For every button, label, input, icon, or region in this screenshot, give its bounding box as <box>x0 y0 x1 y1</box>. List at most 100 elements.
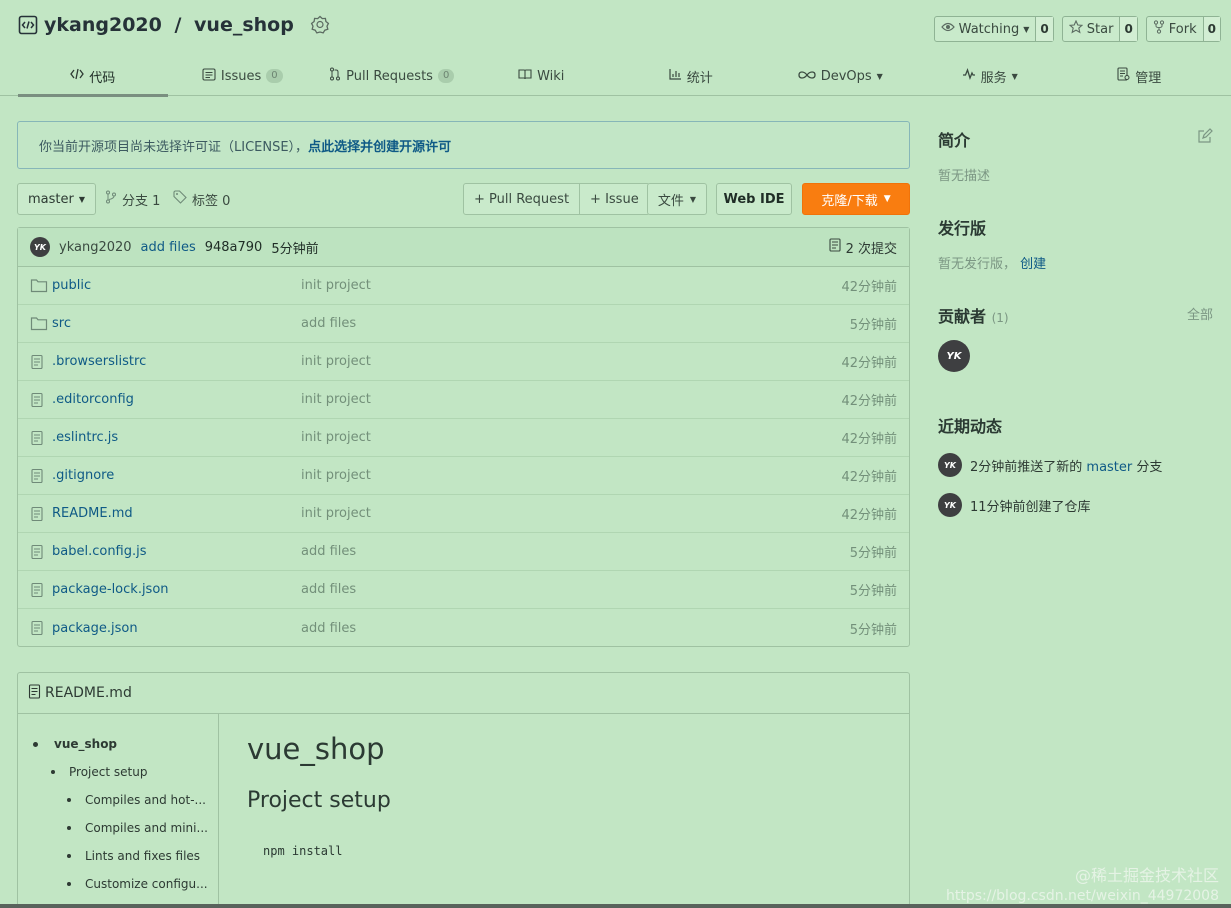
file-commit-message[interactable]: init project <box>301 354 841 369</box>
file-commit-message[interactable]: add files <box>301 544 850 559</box>
contributors-all-link[interactable]: 全部 <box>1187 304 1213 323</box>
file-commit-message[interactable]: add files <box>301 316 850 331</box>
tab-pull-requests[interactable]: Pull Requests 0 <box>317 56 467 96</box>
commit-message-link[interactable]: add files <box>141 240 196 255</box>
tab-manage[interactable]: 管理 <box>1065 56 1215 96</box>
file-time: 42分钟前 <box>841 432 897 447</box>
contributors-title: 贡献者 (1) <box>938 303 1009 327</box>
avatar[interactable]: YK <box>938 453 962 477</box>
file-name-link[interactable]: src <box>30 316 301 332</box>
commit-hash[interactable]: 948a790 <box>205 240 263 255</box>
fork-label: Fork <box>1168 21 1197 37</box>
file-time: 42分钟前 <box>841 470 897 485</box>
file-row[interactable]: package-lock.json add files 5分钟前 <box>18 571 909 609</box>
edit-icon[interactable] <box>1197 128 1213 144</box>
avatar[interactable]: YK <box>30 237 50 257</box>
tab-stats[interactable]: 统计 <box>616 56 766 96</box>
file-name-link[interactable]: babel.config.js <box>30 544 301 560</box>
file-row[interactable]: .editorconfig init project 42分钟前 <box>18 381 909 419</box>
file-name: .eslintrc.js <box>52 430 119 445</box>
file-commit-message[interactable]: init project <box>301 430 841 445</box>
toc-item[interactable]: vue_shop <box>18 734 218 762</box>
tag-icon <box>173 190 187 208</box>
watch-count[interactable]: 0 <box>1035 17 1053 41</box>
file-row[interactable]: src add files 5分钟前 <box>18 305 909 343</box>
web-ide-button[interactable]: Web IDE <box>716 183 792 215</box>
file-commit-message[interactable]: init project <box>301 392 841 407</box>
file-menu-button[interactable]: 文件 ▼ <box>647 183 707 215</box>
file-time: 5分钟前 <box>849 546 897 561</box>
file-name: .browserslistrc <box>52 354 147 369</box>
branches-link[interactable]: 分支 1 <box>105 183 160 215</box>
file-name-link[interactable]: package.json <box>30 620 301 636</box>
readme-panel: README.md vue_shop Project setup Compiles … <box>17 672 910 908</box>
release-section: 暂无发行版， 创建 <box>938 253 1046 272</box>
new-pull-request-button[interactable]: + Pull Request <box>464 184 579 214</box>
file-name-link[interactable]: README.md <box>30 506 301 522</box>
create-release-link[interactable]: 创建 <box>1020 257 1046 272</box>
contributors-count: (1) <box>991 311 1009 325</box>
repo-title: ykang2020 / vue_shop <box>18 14 330 36</box>
toc-item[interactable]: Customize configu... <box>18 874 218 902</box>
toc-item[interactable]: Compiles and mini... <box>18 818 218 846</box>
license-create-link[interactable]: 点此选择并创建开源许可 <box>308 136 451 155</box>
clone-download-button[interactable]: 克隆/下载 ▼ <box>802 183 910 215</box>
file-row[interactable]: .eslintrc.js init project 42分钟前 <box>18 419 909 457</box>
file-name-link[interactable]: public <box>30 278 301 294</box>
file-name-link[interactable]: .eslintrc.js <box>30 430 301 446</box>
file-row[interactable]: .browserslistrc init project 42分钟前 <box>18 343 909 381</box>
file-name-link[interactable]: .browserslistrc <box>30 354 301 370</box>
fork-button[interactable]: Fork 0 <box>1145 16 1221 42</box>
settings-doc-icon <box>1117 67 1130 85</box>
repo-actions: Watching ▼ 0 Star 0 Fork 0 <box>933 16 1221 42</box>
branch-select[interactable]: master ▼ <box>17 183 96 215</box>
file-name-link[interactable]: .editorconfig <box>30 392 301 408</box>
new-issue-button[interactable]: + Issue <box>579 184 649 214</box>
file-name-link[interactable]: .gitignore <box>30 468 301 484</box>
tab-issues[interactable]: Issues 0 <box>168 56 318 96</box>
file-commit-message[interactable]: init project <box>301 506 841 521</box>
tab-issues-label: Issues <box>220 68 262 84</box>
chevron-down-icon: ▼ <box>883 194 891 204</box>
activity-branch-link[interactable]: master <box>1086 460 1132 475</box>
file-icon <box>30 430 48 446</box>
recommend-badge-icon[interactable] <box>310 15 330 35</box>
tab-code[interactable]: 代码 <box>18 56 168 97</box>
file-row[interactable]: package.json add files 5分钟前 <box>18 609 909 647</box>
file-time: 5分钟前 <box>849 584 897 599</box>
avatar[interactable]: YK <box>938 340 970 372</box>
file-commit-message[interactable]: add files <box>301 621 850 636</box>
tab-wiki[interactable]: Wiki <box>467 56 617 96</box>
watch-button[interactable]: Watching ▼ 0 <box>933 16 1054 42</box>
file-row[interactable]: babel.config.js add files 5分钟前 <box>18 533 909 571</box>
toc-item[interactable]: Project setup <box>18 762 218 790</box>
star-button[interactable]: Star 0 <box>1061 16 1138 42</box>
file-commit-message[interactable]: init project <box>301 468 841 483</box>
tab-devops[interactable]: DevOps ▼ <box>766 56 916 96</box>
readme-title: README.md <box>45 685 132 701</box>
file-commit-message[interactable]: add files <box>301 582 850 597</box>
contributors-label: 贡献者 <box>938 307 987 326</box>
file-name-link[interactable]: package-lock.json <box>30 582 301 598</box>
repo-name-link[interactable]: vue_shop <box>194 14 294 36</box>
toc-item[interactable]: Compiles and hot-... <box>18 790 218 818</box>
commits-count-link[interactable]: 2 次提交 <box>829 238 897 257</box>
chevron-down-icon: ▼ <box>1011 71 1018 81</box>
tags-link[interactable]: 标签 0 <box>173 183 230 215</box>
star-count[interactable]: 0 <box>1119 17 1137 41</box>
file-commit-message[interactable]: init project <box>301 278 841 293</box>
pulse-icon <box>962 68 976 84</box>
repo-owner-link[interactable]: ykang2020 <box>44 14 162 36</box>
fork-count[interactable]: 0 <box>1202 17 1220 41</box>
commit-author[interactable]: ykang2020 <box>59 240 132 255</box>
file-row[interactable]: public init project 42分钟前 <box>18 267 909 305</box>
avatar[interactable]: YK <box>938 493 962 517</box>
file-row[interactable]: README.md init project 42分钟前 <box>18 495 909 533</box>
license-notice: 你当前开源项目尚未选择许可证（LICENSE）， 点此选择并创建开源许可 <box>17 121 910 169</box>
tab-services[interactable]: 服务 ▼ <box>915 56 1065 96</box>
file-icon <box>30 354 48 370</box>
folder-icon <box>30 316 48 332</box>
file-name: babel.config.js <box>52 544 147 559</box>
file-row[interactable]: .gitignore init project 42分钟前 <box>18 457 909 495</box>
toc-item[interactable]: Lints and fixes files <box>18 846 218 874</box>
